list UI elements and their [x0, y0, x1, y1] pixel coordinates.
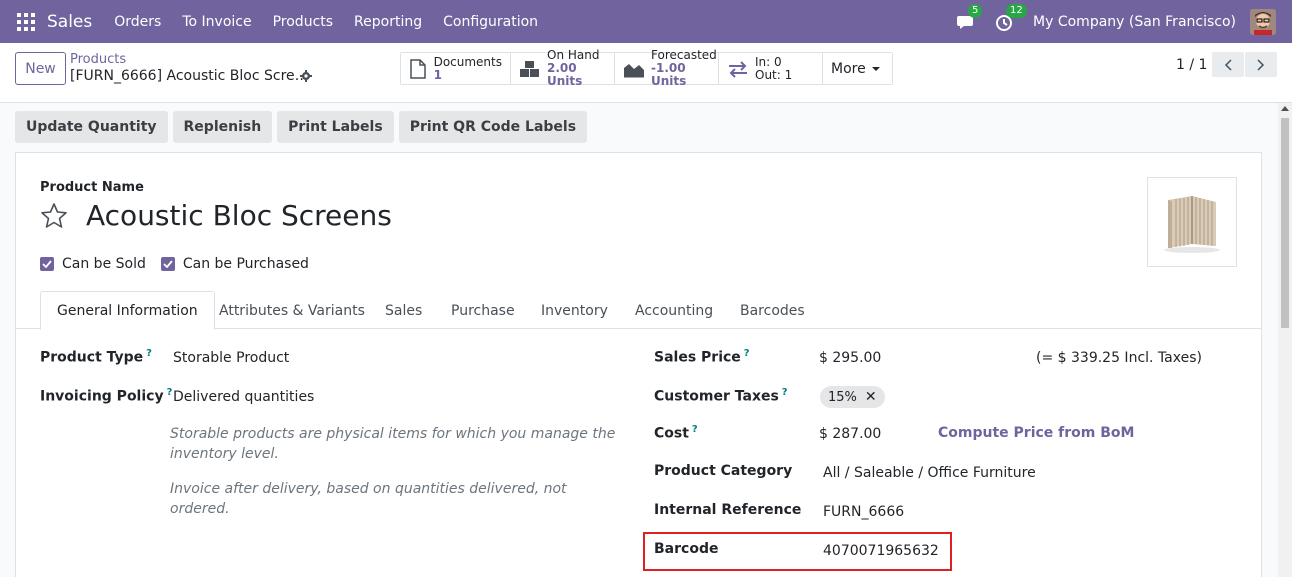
- menu-products[interactable]: Products: [273, 14, 333, 30]
- on-hand-value: 2.00 Units: [547, 61, 583, 88]
- smart-buttons: Documents 1 On Hand 2.00 Units Forecaste…: [400, 49, 893, 88]
- tab-purchase[interactable]: Purchase: [435, 291, 531, 330]
- more-label: More: [831, 60, 866, 77]
- menu-to-invoice[interactable]: To Invoice: [182, 14, 251, 30]
- control-panel: New Products [FURN_6666] Acoustic Bloc S…: [0, 43, 1292, 103]
- breadcrumb-current-record: [FURN_6666] Acoustic Bloc Scre…: [70, 68, 309, 84]
- product-type-label: Product Type?: [40, 348, 152, 366]
- barcode-highlight-box: [643, 532, 952, 571]
- print-qr-code-labels-button[interactable]: Print QR Code Labels: [398, 111, 588, 143]
- menu-configuration[interactable]: Configuration: [443, 14, 538, 30]
- invoice-help-text: Invoice after delivery, based on quantit…: [170, 481, 567, 517]
- pager-next-button[interactable]: [1245, 52, 1277, 77]
- tab-sales[interactable]: Sales: [369, 291, 438, 330]
- breadcrumb-products[interactable]: Products: [70, 52, 126, 67]
- forecasted-smart-button[interactable]: Forecasted -1.00 Units: [615, 49, 719, 88]
- chevron-left-icon: [1224, 58, 1232, 71]
- tab-attributes-variants[interactable]: Attributes & Variants: [203, 291, 381, 330]
- product-name-field[interactable]: Acoustic Bloc Screens: [86, 199, 392, 232]
- chevron-right-icon: [1257, 58, 1265, 71]
- invoicing-policy-field[interactable]: Delivered quantities: [173, 389, 314, 405]
- pager-previous-button[interactable]: [1212, 52, 1244, 77]
- help-tooltip-icon[interactable]: ?: [744, 348, 750, 359]
- exchange-arrows-icon: [727, 58, 749, 80]
- tax-tag: 15% ✕: [820, 386, 885, 408]
- replenish-button[interactable]: Replenish: [172, 111, 273, 143]
- app-name[interactable]: Sales: [47, 12, 92, 32]
- user-avatar[interactable]: [1250, 8, 1276, 35]
- scroll-up-arrow-icon[interactable]: [1281, 106, 1289, 111]
- cubes-icon: [519, 58, 541, 80]
- documents-smart-button[interactable]: Documents 1: [401, 53, 511, 84]
- help-tooltip-icon[interactable]: ?: [146, 348, 152, 359]
- compute-price-from-bom-button[interactable]: Compute Price from BoM: [938, 425, 1134, 441]
- area-chart-icon: [623, 58, 645, 80]
- document-icon: [409, 58, 428, 80]
- tab-inventory[interactable]: Inventory: [525, 291, 624, 330]
- help-tooltip-icon[interactable]: ?: [167, 387, 173, 398]
- invoicing-policy-label: Invoicing Policy?: [40, 387, 173, 405]
- update-quantity-button[interactable]: Update Quantity: [15, 111, 168, 143]
- internal-reference-label: Internal Reference: [654, 502, 802, 518]
- pager-value[interactable]: 1 / 1: [1176, 57, 1207, 73]
- documents-count: 1: [433, 67, 442, 82]
- documents-label: Documents: [433, 54, 502, 69]
- menu-reporting[interactable]: Reporting: [354, 14, 422, 30]
- product-type-field[interactable]: Storable Product: [173, 350, 289, 366]
- cost-field[interactable]: $ 287.00: [819, 426, 881, 442]
- sales-price-field[interactable]: $ 295.00: [819, 350, 881, 366]
- price-incl-taxes: (= $ 339.25 Incl. Taxes): [1036, 350, 1202, 366]
- more-dropdown-button[interactable]: More: [823, 53, 892, 84]
- product-category-label: Product Category: [654, 463, 793, 479]
- scrollbar-thumb[interactable]: [1281, 118, 1289, 328]
- company-switcher[interactable]: My Company (San Francisco): [1033, 14, 1236, 30]
- on-hand-smart-button[interactable]: On Hand 2.00 Units: [511, 49, 615, 88]
- internal-reference-field[interactable]: FURN_6666: [823, 504, 904, 520]
- tab-barcodes[interactable]: Barcodes: [724, 291, 821, 330]
- activities-badge: 12: [1006, 3, 1027, 18]
- new-button[interactable]: New: [15, 52, 66, 85]
- page-scrollbar[interactable]: [1278, 103, 1292, 577]
- storable-help-text: Storable products are physical items for…: [170, 426, 616, 462]
- messages-badge: 5: [968, 3, 983, 18]
- messages-icon[interactable]: 5: [957, 3, 983, 34]
- caret-down-icon: [871, 66, 880, 71]
- incoming-count: In: 0: [755, 54, 782, 69]
- product-form-sheet: Product Name Acoustic Bloc Screens Can b…: [15, 152, 1262, 577]
- in-out-smart-button[interactable]: In: 0 Out: 1: [719, 53, 823, 84]
- form-tabs: General Information Attributes & Variant…: [16, 291, 1261, 330]
- can-be-purchased-label: Can be Purchased: [182, 256, 309, 272]
- can-be-purchased-checkbox[interactable]: [160, 257, 175, 271]
- product-name-label: Product Name: [40, 180, 144, 195]
- remove-tag-icon[interactable]: ✕: [865, 389, 877, 405]
- print-labels-button[interactable]: Print Labels: [277, 111, 394, 143]
- sales-price-label: Sales Price?: [654, 348, 750, 366]
- tab-accounting[interactable]: Accounting: [619, 291, 729, 330]
- forecasted-value: -1.00 Units: [651, 61, 687, 88]
- help-tooltip-icon[interactable]: ?: [692, 424, 698, 435]
- cost-label: Cost?: [654, 424, 698, 442]
- can-be-sold-checkbox[interactable]: [40, 257, 54, 271]
- customer-taxes-label: Customer Taxes?: [654, 387, 788, 405]
- help-tooltip-icon[interactable]: ?: [782, 387, 788, 398]
- favorite-star-icon[interactable]: [40, 202, 68, 230]
- product-image[interactable]: [1147, 177, 1237, 267]
- menu-orders[interactable]: Orders: [114, 14, 161, 30]
- tab-general-information[interactable]: General Information: [40, 291, 215, 330]
- product-category-field[interactable]: All / Saleable / Office Furniture: [823, 465, 1036, 481]
- outgoing-count: Out: 1: [755, 67, 793, 82]
- tax-tag-label: 15%: [828, 389, 857, 405]
- activities-clock-icon[interactable]: 12: [995, 3, 1027, 34]
- form-action-buttons: Update Quantity Replenish Print Labels P…: [15, 111, 588, 143]
- sale-purchase-checkboxes: Can be Sold Can be Purchased: [40, 256, 324, 272]
- can-be-sold-label: Can be Sold: [62, 256, 146, 272]
- gear-icon[interactable]: [300, 70, 312, 82]
- apps-menu-icon[interactable]: [17, 12, 35, 31]
- top-navbar: Sales Orders To Invoice Products Reporti…: [0, 0, 1292, 43]
